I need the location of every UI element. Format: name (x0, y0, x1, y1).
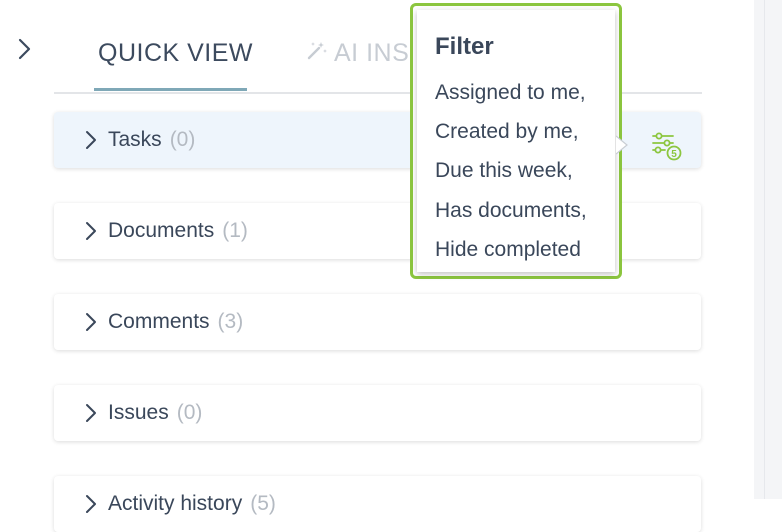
filter-tooltip: Filter Assigned to me, Created by me, Du… (410, 3, 622, 279)
tooltip-title: Filter (435, 33, 494, 60)
side-panel: QUICK VIEW AI INS Tasks (0) 5 Documents … (0, 0, 754, 532)
right-gutter (754, 0, 782, 499)
section-count: (0) (176, 401, 203, 424)
tooltip-filter-line: Created by me, (435, 120, 579, 144)
section-count: (5) (250, 492, 276, 515)
chevron-right-icon (81, 494, 101, 514)
chevron-right-icon[interactable] (12, 36, 38, 62)
section-label: Issues (108, 401, 169, 424)
chevron-right-icon (81, 130, 101, 150)
tooltip-body: Filter Assigned to me, Created by me, Du… (417, 10, 615, 272)
filter-count-badge: 5 (671, 149, 677, 160)
tooltip-filter-line: Assigned to me, (435, 81, 586, 104)
section-comments[interactable]: Comments (3) (54, 294, 701, 350)
section-label: Documents (108, 219, 215, 242)
chevron-right-icon (81, 403, 101, 423)
section-count: (0) (169, 128, 196, 151)
tab-ai-insights-label: AI INS (334, 38, 410, 67)
right-divider (764, 0, 765, 499)
active-tab-indicator (94, 88, 247, 91)
tooltip-filter-line: Has documents, (435, 198, 587, 222)
section-count: (3) (217, 310, 244, 333)
filter-button[interactable]: 5 (649, 130, 685, 166)
section-label: Tasks (108, 128, 162, 151)
filter-sliders-icon: 5 (650, 129, 684, 168)
section-issues[interactable]: Issues (0) (54, 385, 701, 441)
tab-quick-view[interactable]: QUICK VIEW (98, 36, 253, 70)
tooltip-arrow (615, 135, 630, 155)
chevron-right-icon (81, 221, 101, 241)
section-label: Comments (108, 310, 210, 333)
tab-quick-view-label: QUICK VIEW (98, 38, 254, 67)
section-activity-history[interactable]: Activity history (5) (54, 476, 701, 532)
magic-wand-icon (306, 39, 328, 68)
chevron-right-icon (81, 312, 101, 332)
section-label: Activity history (108, 492, 243, 515)
tooltip-filter-line: Due this week, (435, 159, 573, 183)
tooltip-filter-line: Hide completed (435, 237, 581, 261)
section-count: (1) (222, 219, 248, 242)
tooltip-filter-list: Assigned to me, Created by me, Due this … (435, 76, 587, 272)
tab-ai-insights[interactable]: AI INS (306, 36, 409, 70)
